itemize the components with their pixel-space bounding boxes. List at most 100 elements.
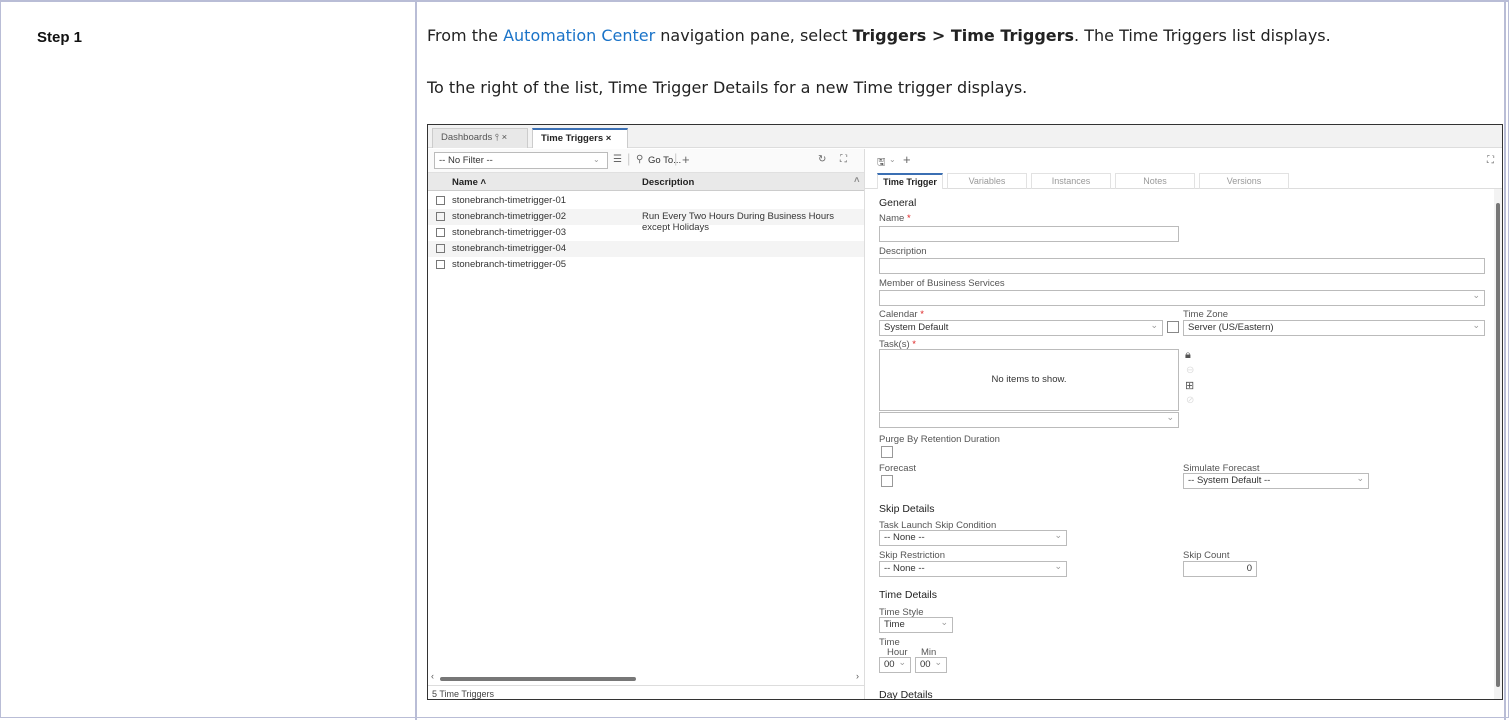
row-icon [436, 244, 445, 253]
business-services-select[interactable] [879, 290, 1485, 306]
row-icon [436, 228, 445, 237]
disabled-icon: ⊘ [1186, 395, 1195, 406]
task-select[interactable] [879, 412, 1179, 428]
row-name: stonebranch-timetrigger-05 [452, 259, 567, 270]
column-header-name[interactable]: Name ˄ [452, 177, 486, 188]
add-task-icon[interactable]: ⊞ [1185, 379, 1194, 392]
instruction-text: . The Time Triggers list displays. [1074, 26, 1331, 45]
tab-time-trigger[interactable]: Time Trigger [877, 173, 943, 189]
instruction-text: navigation pane, select [655, 26, 853, 45]
scroll-right-icon[interactable]: › [856, 671, 859, 681]
timezone-select[interactable]: Server (US/Eastern) [1183, 320, 1485, 336]
label-text: Name [879, 213, 905, 224]
list-toolbar: -- No Filter -- ⌄ ☰ | ⚲ Go To... | + ↻ ⛶ [428, 149, 864, 173]
instruction-paragraph-2: To the right of the list, Time Trigger D… [427, 78, 1028, 97]
tasks-list[interactable]: No items to show. [879, 349, 1179, 411]
list-header: Name ˄ Description ˄ [428, 173, 864, 191]
detail-tabs: Time Trigger Variables Instances Notes V… [865, 171, 1502, 189]
row-name: stonebranch-timetrigger-02 [452, 211, 567, 222]
app-tab-bar: Dashboards ⫯ × Time Triggers × [428, 125, 1502, 148]
scroll-left-icon[interactable]: ‹ [431, 671, 434, 681]
purge-label: Purge By Retention Duration [879, 434, 1000, 445]
scroll-up-icon[interactable]: ˄ [854, 175, 860, 186]
maximize-icon[interactable]: ⛶ [1487, 155, 1494, 166]
row-icon [436, 260, 445, 269]
tab-versions[interactable]: Versions [1199, 173, 1289, 189]
name-field[interactable] [879, 226, 1179, 242]
scrollbar-thumb[interactable] [440, 677, 636, 681]
add-icon[interactable]: + [903, 152, 911, 167]
table-right-border [1504, 2, 1506, 720]
tab-time-triggers[interactable]: Time Triggers × [532, 128, 628, 148]
section-day-details: Day Details [879, 689, 933, 700]
tab-instances[interactable]: Instances [1031, 173, 1111, 189]
calendar-lookup-icon[interactable] [1167, 321, 1179, 333]
hour-select[interactable]: 00 [879, 657, 911, 673]
description-label: Description [879, 246, 927, 257]
scrollbar-thumb[interactable] [1496, 203, 1500, 687]
toolbar-separator: | [674, 151, 678, 166]
list-item[interactable]: stonebranch-timetrigger-04 [428, 241, 864, 257]
list-item[interactable]: stonebranch-timetrigger-05 [428, 257, 864, 273]
skip-restriction-label: Skip Restriction [879, 550, 945, 561]
list-count: 5 Time Triggers [428, 685, 864, 699]
calendar-select[interactable]: System Default [879, 320, 1163, 336]
description-field[interactable] [879, 258, 1485, 274]
forecast-checkbox[interactable] [881, 475, 893, 487]
step-table: Step 1 From the Automation Center naviga… [0, 0, 1509, 720]
instruction-text: From the [427, 26, 504, 45]
label-text: Calendar [879, 309, 918, 320]
section-time-details: Time Details [879, 589, 937, 601]
business-services-label: Member of Business Services [879, 278, 1005, 289]
required-mark: * [906, 213, 911, 224]
empty-list-message: No items to show. [991, 374, 1067, 385]
app-screenshot: Dashboards ⫯ × Time Triggers × -- No Fil… [427, 124, 1503, 700]
save-icon[interactable]: 🖫 [877, 155, 886, 172]
list-item[interactable]: stonebranch-timetrigger-03 [428, 225, 864, 241]
column-header-description[interactable]: Description [642, 177, 694, 188]
instruction-paragraph-1: From the Automation Center navigation pa… [427, 26, 1331, 45]
step-label: Step 1 [37, 29, 83, 46]
column-divider [415, 2, 417, 720]
remove-icon: ⊖ [1186, 365, 1195, 376]
automation-center-link[interactable]: Automation Center [503, 26, 655, 45]
section-general: General [879, 197, 917, 209]
row-name: stonebranch-timetrigger-01 [452, 195, 567, 206]
skip-count-field[interactable]: 0 [1183, 561, 1257, 577]
list-item[interactable]: stonebranch-timetrigger-02 Run Every Two … [428, 209, 864, 233]
tab-variables[interactable]: Variables [947, 173, 1027, 189]
row-name: stonebranch-timetrigger-03 [452, 227, 567, 238]
time-trigger-form: General Name * Description Member of Bus… [865, 189, 1493, 700]
row-icon [436, 196, 445, 205]
timezone-label: Time Zone [1183, 309, 1229, 320]
time-style-select[interactable]: Time [879, 617, 953, 633]
lock-icon[interactable]: 🔒︎ [1185, 349, 1191, 362]
detail-toolbar: 🖫 ⌄ + ⛶ [865, 149, 1502, 172]
section-skip-details: Skip Details [879, 503, 935, 515]
filter-select[interactable]: -- No Filter -- [434, 152, 608, 169]
list-item[interactable]: stonebranch-timetrigger-01 [428, 193, 864, 209]
required-mark: * [920, 309, 924, 320]
refresh-icon[interactable]: ↻ [818, 154, 826, 165]
horizontal-scrollbar[interactable]: ‹ › [428, 671, 864, 684]
simulate-forecast-select[interactable]: -- System Default -- [1183, 473, 1369, 489]
name-label: Name * [879, 213, 911, 224]
add-icon[interactable]: + [682, 152, 690, 167]
skip-count-label: Skip Count [1183, 550, 1230, 561]
toolbar-separator: | [627, 151, 631, 166]
chevron-down-icon: ⌄ [593, 155, 600, 164]
maximize-icon[interactable]: ⛶ [840, 154, 847, 165]
skip-condition-select[interactable]: -- None -- [879, 530, 1067, 546]
chevron-down-icon[interactable]: ⌄ [889, 155, 896, 164]
min-select[interactable]: 00 [915, 657, 947, 673]
menu-path: Triggers > Time Triggers [852, 26, 1075, 45]
row-name: stonebranch-timetrigger-04 [452, 243, 567, 254]
tab-notes[interactable]: Notes [1115, 173, 1195, 189]
purge-checkbox[interactable] [881, 446, 893, 458]
tab-dashboards[interactable]: Dashboards ⫯ × [432, 128, 528, 148]
search-icon: ⚲ [636, 154, 644, 165]
calendar-label: Calendar * [879, 309, 924, 320]
skip-restriction-select[interactable]: -- None -- [879, 561, 1067, 577]
filter-lines-icon[interactable]: ☰ [613, 154, 622, 165]
row-icon [436, 212, 445, 221]
